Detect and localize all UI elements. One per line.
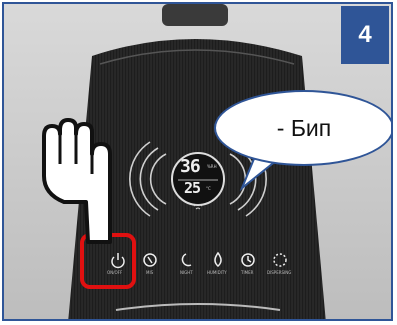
temperature-unit: °C bbox=[206, 186, 211, 191]
step-number: 4 bbox=[358, 21, 372, 48]
night-label: NIGHT bbox=[180, 270, 193, 275]
timer-label: TIMER bbox=[241, 270, 254, 275]
temperature-readout: 25 bbox=[184, 179, 201, 197]
onoff-label: ON/OFF bbox=[107, 270, 123, 275]
humidity-readout: 36 bbox=[180, 156, 201, 177]
humidity-unit: %RH bbox=[207, 164, 217, 169]
humidity-label: HUMIDITY bbox=[207, 270, 227, 275]
mist-label: MIS bbox=[146, 270, 154, 275]
top-cap bbox=[162, 4, 228, 26]
step-badge: 4 bbox=[341, 6, 389, 64]
speech-bubble-text: - Бип bbox=[276, 114, 332, 141]
dispersing-label: DISPERSING bbox=[267, 270, 292, 275]
illustration-frame: 36 %RH 25 °C ON/OFF MIS NIGHT HUMIDITY T… bbox=[2, 2, 393, 321]
speech-bubble: - Бип bbox=[214, 90, 391, 166]
